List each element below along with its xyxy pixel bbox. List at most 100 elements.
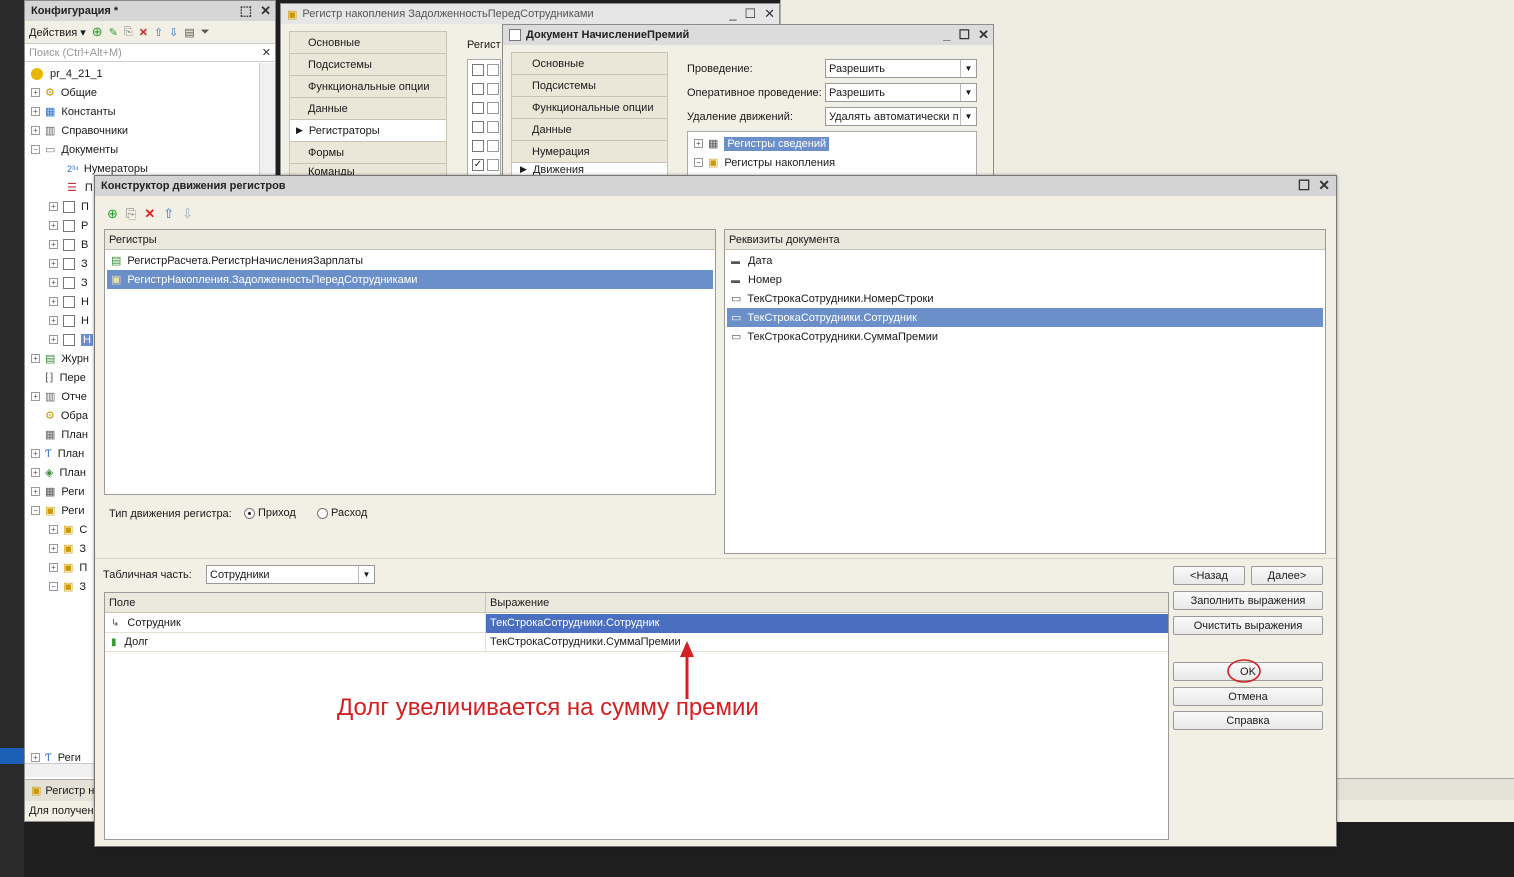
tree-accum-registers[interactable]: − ▣ Регистры накопления <box>694 153 835 172</box>
expression-cell-selected[interactable]: ТекСтрокаСотрудники.Сотрудник <box>486 613 1168 633</box>
doc-attr-item[interactable]: ▬ Номер <box>727 270 1323 289</box>
move-up-icon[interactable]: ⇧ <box>154 26 163 39</box>
tree-item[interactable]: ▦ План <box>45 425 88 444</box>
doc-attr-item-selected[interactable]: ▭ ТекСтрокаСотрудники.Сотрудник <box>727 308 1323 327</box>
maximize-icon[interactable]: ☐ <box>958 27 970 43</box>
delete-movements-select[interactable]: Удалять автоматически п ▼ <box>825 107 977 126</box>
filter-icon[interactable]: ⏷ <box>201 26 210 39</box>
maximize-icon[interactable]: ☐ <box>1298 177 1311 194</box>
tab-functional-options[interactable]: Функциональные опции <box>289 75 447 97</box>
tab-subsystems[interactable]: Подсистемы <box>289 53 447 75</box>
pin-icon[interactable]: ⬚ <box>240 3 252 19</box>
next-button[interactable]: Далее> <box>1251 566 1323 585</box>
tree-item[interactable]: + ⚙ Общие <box>31 83 97 102</box>
registrar-checkbox[interactable] <box>472 140 500 153</box>
tree-item[interactable]: ☰ П <box>67 178 93 197</box>
tree-item[interactable]: + ▣ П <box>49 558 87 577</box>
tree-item[interactable]: + В <box>49 235 88 254</box>
back-button[interactable]: <Назад <box>1173 566 1245 585</box>
realtime-posting-select[interactable]: Разрешить ▼ <box>825 83 977 102</box>
tab-functional-options[interactable]: Функциональные опции <box>511 96 668 118</box>
fill-expressions-button[interactable]: Заполнить выражения <box>1173 591 1323 610</box>
field-cell: ▮ Долг <box>105 632 486 652</box>
move-down-icon[interactable]: ⇩ <box>182 206 193 222</box>
doc-attr-item[interactable]: ▭ ТекСтрокаСотрудники.НомерСтроки <box>727 289 1323 308</box>
tree-item[interactable]: + Р <box>49 216 88 235</box>
tree-item[interactable]: + ▣ С <box>49 520 87 539</box>
delete-icon[interactable]: ✕ <box>139 26 148 39</box>
registrar-checkbox[interactable] <box>472 102 500 115</box>
edit-icon[interactable]: ✎ <box>109 26 118 39</box>
close-icon[interactable]: ✕ <box>1318 177 1330 194</box>
close-icon[interactable]: ✕ <box>260 3 271 19</box>
tree-item[interactable]: + ▥ Справочники <box>31 121 128 140</box>
tree-item[interactable]: − ▣ Реги <box>31 501 85 520</box>
radio-income[interactable]: Приход <box>244 507 296 519</box>
posting-select[interactable]: Разрешить ▼ <box>825 59 977 78</box>
search-field[interactable]: Поиск (Ctrl+Alt+M) ✕ <box>25 43 275 62</box>
accum-register-icon: ▣ <box>111 274 122 286</box>
tab-data[interactable]: Данные <box>511 118 668 140</box>
tree-item[interactable]: + Н <box>49 292 89 311</box>
col-expression[interactable]: Выражение <box>486 597 549 609</box>
add-icon[interactable]: ⊕ <box>107 206 118 222</box>
tree-item[interactable]: + П <box>49 197 89 216</box>
cancel-button[interactable]: Отмена <box>1173 687 1323 706</box>
minimize-icon[interactable]: _ <box>729 6 736 22</box>
tree-item[interactable]: + ◈ План <box>31 463 86 482</box>
registrar-checkbox[interactable] <box>472 83 500 96</box>
tree-item[interactable]: + Н <box>49 311 89 330</box>
tree-root[interactable]: pr_4_21_1 <box>31 64 103 83</box>
register-item-selected[interactable]: ▣ РегистрНакопления.ЗадолженностьПередСот… <box>107 270 713 289</box>
tree-item[interactable]: + ▥ Отче <box>31 387 87 406</box>
table-row[interactable]: ▮ Долг ТекСтрокаСотрудники.СуммаПремии <box>105 632 1168 652</box>
tab-main[interactable]: Основные <box>289 31 447 53</box>
search-clear-icon[interactable]: ✕ <box>262 46 271 59</box>
tree-item[interactable]: + Ƭ План <box>31 444 84 463</box>
tab-forms[interactable]: Формы <box>289 141 447 163</box>
delete-icon[interactable]: ✕ <box>144 206 155 222</box>
tree-item[interactable]: + З <box>49 273 88 292</box>
table-part-select[interactable]: Сотрудники ▼ <box>206 565 375 584</box>
tree-info-registers[interactable]: + ▦ Регистры сведений <box>694 134 830 153</box>
tree-item[interactable]: + Н <box>49 330 93 349</box>
tree-item[interactable]: + ▦ Константы <box>31 102 116 121</box>
register-item[interactable]: ▤ РегистрРасчета.РегистрНачисленияЗарплат… <box>107 251 713 270</box>
move-down-icon[interactable]: ⇩ <box>169 26 178 39</box>
tree-item[interactable]: ⚙ Обра <box>45 406 88 425</box>
clear-expressions-button[interactable]: Очистить выражения <box>1173 616 1323 635</box>
move-up-icon[interactable]: ⇧ <box>163 206 174 222</box>
properties-icon[interactable]: ▤ <box>184 26 194 39</box>
close-icon[interactable]: ✕ <box>764 6 775 22</box>
actions-menu[interactable]: Действия ▾ <box>29 26 86 39</box>
radio-expense[interactable]: Расход <box>317 507 367 519</box>
table-row[interactable]: ↳ Сотрудник ТекСтрокаСотрудники.Сотрудник <box>105 613 1168 633</box>
tab-numbering[interactable]: Нумерация <box>511 140 668 162</box>
tree-item[interactable]: − ▭ Документы <box>31 140 118 159</box>
tab-main[interactable]: Основные <box>511 52 668 74</box>
col-field[interactable]: Поле <box>105 592 486 613</box>
tree-item[interactable]: − ▣ З <box>49 577 86 596</box>
minimize-icon[interactable]: _ <box>943 27 950 43</box>
tree-item[interactable]: ⁅⁆ Пере <box>45 368 86 387</box>
tree-item[interactable]: + ▦ Реги <box>31 482 85 501</box>
copy-icon[interactable]: ⎘ <box>126 206 136 222</box>
registrar-checkbox[interactable] <box>472 121 500 134</box>
tree-item[interactable]: + ▤ Журн <box>31 349 89 368</box>
add-icon[interactable]: ⊕ <box>92 24 103 40</box>
tab-data[interactable]: Данные <box>289 97 447 119</box>
tab-movements[interactable]: ▶ Движения <box>511 162 668 176</box>
registrar-checkbox-checked[interactable]: ✓ <box>472 159 500 172</box>
doc-attr-item[interactable]: ▭ ТекСтрокаСотрудники.СуммаПремии <box>727 327 1323 346</box>
tab-subsystems[interactable]: Подсистемы <box>511 74 668 96</box>
registrar-checkbox[interactable] <box>472 64 500 77</box>
close-icon[interactable]: ✕ <box>978 27 989 43</box>
help-button[interactable]: Справка <box>1173 711 1323 730</box>
tree-item[interactable]: + З <box>49 254 88 273</box>
tab-registrars[interactable]: ▶ Регистраторы <box>289 119 447 141</box>
doc-attr-item[interactable]: ▬ Дата <box>727 251 1323 270</box>
maximize-icon[interactable]: ☐ <box>744 6 756 22</box>
copy-icon[interactable]: ⎘ <box>124 26 133 39</box>
tree-item[interactable]: + ▣ З <box>49 539 86 558</box>
expression-cell[interactable]: ТекСтрокаСотрудники.СуммаПремии <box>486 633 1168 652</box>
